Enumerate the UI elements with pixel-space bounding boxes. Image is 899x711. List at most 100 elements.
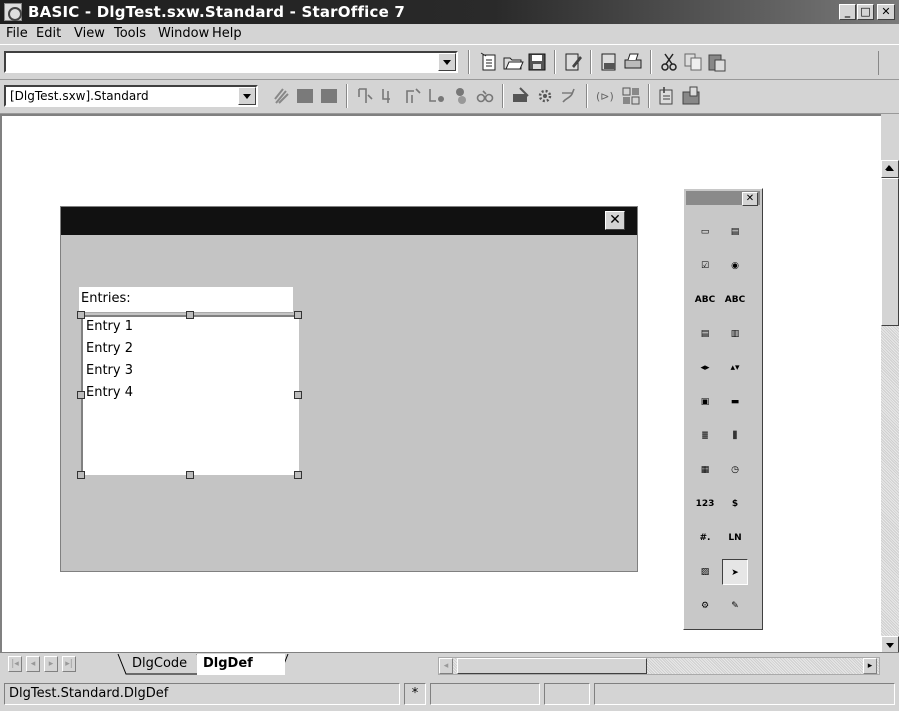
selection-handle[interactable] <box>77 391 85 399</box>
activate-test-mode-tool[interactable]: ✎ <box>722 593 748 619</box>
status-field-empty <box>430 683 540 705</box>
stop-icon[interactable] <box>318 85 340 107</box>
export-dialog-icon[interactable] <box>680 85 702 107</box>
next-tab-icon[interactable]: ▸ <box>44 656 58 672</box>
entries-label-control[interactable]: Entries: <box>79 287 293 313</box>
vertical-scroll-thumb[interactable] <box>881 178 899 326</box>
url-dropdown-button[interactable] <box>438 53 456 71</box>
selection-handle[interactable] <box>186 471 194 479</box>
select-macro-icon[interactable] <box>510 85 532 107</box>
list-item[interactable]: Entry 2 <box>86 341 133 356</box>
vertical-scrollbar-tool[interactable]: ▴▾ <box>722 355 748 381</box>
dialog-close-button[interactable]: ✕ <box>605 211 625 230</box>
import-dialog-icon[interactable] <box>656 85 678 107</box>
tab-dlgdef[interactable]: DlgDef <box>197 654 285 675</box>
formatted-field-tool[interactable]: #. <box>692 525 718 551</box>
step-over-icon[interactable] <box>354 85 376 107</box>
button-tool[interactable]: ▭ <box>692 219 718 245</box>
check-box-tool[interactable]: ☑ <box>692 253 718 279</box>
scrollbar-top-region <box>881 114 899 170</box>
controls-icon[interactable] <box>620 85 642 107</box>
toolbar-separator <box>650 50 652 74</box>
pattern-field-tool[interactable]: LN <box>722 525 748 551</box>
combo-box-tool[interactable]: ▥ <box>722 321 748 347</box>
manage-breakpoints-icon[interactable] <box>450 85 472 107</box>
enable-watch-icon[interactable] <box>474 85 496 107</box>
cut-icon[interactable] <box>658 51 680 73</box>
status-field-empty <box>544 683 590 705</box>
close-button[interactable]: ✕ <box>877 4 895 20</box>
print-icon[interactable] <box>622 51 644 73</box>
selection-handle[interactable] <box>294 311 302 319</box>
menu-edit[interactable]: Edit <box>36 26 61 41</box>
find-parentheses-icon[interactable] <box>558 85 580 107</box>
breakpoint-icon[interactable] <box>426 85 448 107</box>
library-selector[interactable]: [DlgTest.sxw].Standard <box>4 85 258 107</box>
file-selection-tool[interactable]: ▨ <box>692 559 718 585</box>
toolbar-overflow-grip[interactable] <box>878 51 894 75</box>
last-tab-icon[interactable]: ▸| <box>62 656 76 672</box>
controls-toolbox: ✕ ▭ ▤ ☑ ◉ ABC ABC ▤ ▥ ◂▸ ▴▾ ▣ ▬ ≣ ⫼ ▦ ◷ 123 $ #. LN ▨ ➤ ⚙ ✎ <box>683 188 763 630</box>
selection-handle[interactable] <box>186 311 194 319</box>
selection-handle[interactable] <box>294 391 302 399</box>
run-basic-icon[interactable] <box>294 85 316 107</box>
vertical-scrollbar[interactable] <box>881 160 899 654</box>
url-input[interactable] <box>8 54 432 70</box>
dialog-under-design[interactable]: ✕ Entries: Entry 1 Entry 2 Entry 3 Entry… <box>60 206 638 572</box>
selection-handle[interactable] <box>77 311 85 319</box>
first-tab-icon[interactable]: |◂ <box>8 656 22 672</box>
horizontal-scroll-thumb[interactable] <box>457 658 647 674</box>
horizontal-scrollbar-tool[interactable]: ◂▸ <box>692 355 718 381</box>
new-document-icon[interactable] <box>478 51 500 73</box>
select-tool[interactable]: ➤ <box>722 559 748 585</box>
vertical-line-tool[interactable]: ⫼ <box>722 423 748 449</box>
selection-handle[interactable] <box>77 471 85 479</box>
date-field-tool[interactable]: ▦ <box>692 457 718 483</box>
select-module-icon[interactable] <box>534 85 556 107</box>
open-folder-icon[interactable] <box>502 51 524 73</box>
copy-icon[interactable] <box>682 51 704 73</box>
dialog-title-bar[interactable]: ✕ <box>61 207 637 235</box>
edit-file-icon[interactable] <box>562 51 584 73</box>
list-item[interactable]: Entry 1 <box>86 319 133 334</box>
group-box-tool[interactable]: ▣ <box>692 389 718 415</box>
url-combo[interactable] <box>4 51 458 73</box>
progress-bar-tool[interactable]: ▬ <box>722 389 748 415</box>
time-field-tool[interactable]: ◷ <box>722 457 748 483</box>
maximize-button[interactable]: □ <box>857 4 874 20</box>
list-item[interactable]: Entry 4 <box>86 385 133 400</box>
scroll-left-arrow-icon[interactable]: ◂ <box>439 658 453 674</box>
scroll-right-arrow-icon[interactable]: ▸ <box>863 658 877 674</box>
tab-dlgcode[interactable]: DlgCode <box>118 654 202 675</box>
currency-field-tool[interactable]: $ <box>722 491 748 517</box>
export-pdf-icon[interactable] <box>598 51 620 73</box>
list-box-tool[interactable]: ▤ <box>692 321 718 347</box>
library-dropdown-button[interactable] <box>238 87 256 105</box>
menu-view[interactable]: View <box>74 26 105 41</box>
horizontal-line-tool[interactable]: ≣ <box>692 423 718 449</box>
list-item[interactable]: Entry 3 <box>86 363 133 378</box>
option-button-tool[interactable]: ◉ <box>722 253 748 279</box>
previous-tab-icon[interactable]: ◂ <box>26 656 40 672</box>
horizontal-scrollbar[interactable]: ◂ ▸ <box>438 657 880 675</box>
menu-help[interactable]: Help <box>212 26 242 41</box>
properties-tool[interactable]: ⚙ <box>692 593 718 619</box>
compile-icon[interactable] <box>270 85 292 107</box>
selection-handle[interactable] <box>294 471 302 479</box>
status-field-empty <box>594 683 895 705</box>
menu-tools[interactable]: Tools <box>114 26 146 41</box>
save-icon[interactable] <box>526 51 548 73</box>
menu-file[interactable]: File <box>6 26 28 41</box>
step-into-icon[interactable] <box>378 85 400 107</box>
insert-source-text-icon[interactable]: (⊳) <box>594 85 616 107</box>
text-box-tool[interactable]: ABC <box>722 287 748 313</box>
minimize-button[interactable]: _ <box>839 4 856 20</box>
toolbox-close-button[interactable]: ✕ <box>742 192 758 206</box>
entries-list-box-control[interactable]: Entry 1 Entry 2 Entry 3 Entry 4 <box>81 315 299 475</box>
image-control-tool[interactable]: ▤ <box>722 219 748 245</box>
label-tool[interactable]: ABC <box>692 287 718 313</box>
paste-icon[interactable] <box>706 51 728 73</box>
menu-window[interactable]: Window <box>158 26 209 41</box>
numeric-field-tool[interactable]: 123 <box>692 491 718 517</box>
step-out-icon[interactable] <box>402 85 424 107</box>
